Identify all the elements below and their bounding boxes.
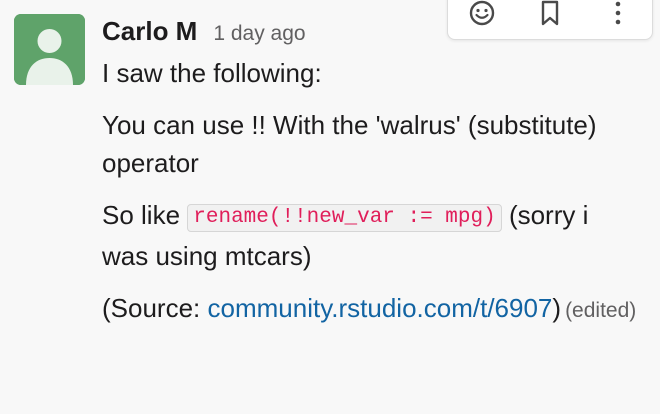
message-container: Carlo M 1 day ago I saw the following: Y… (0, 0, 660, 414)
edited-label: (edited) (565, 299, 637, 322)
author-name[interactable]: Carlo M (102, 8, 197, 54)
avatar[interactable] (14, 14, 85, 85)
emoji-reaction-icon (469, 0, 495, 26)
bookmark-icon (541, 0, 559, 26)
more-actions-button[interactable] (598, 0, 638, 33)
source-link[interactable]: community.rstudio.com/t/6907 (208, 293, 553, 323)
message-actions-toolbar (447, 0, 653, 40)
message-paragraph-2: You can use !! With the 'walrus' (substi… (102, 110, 597, 178)
message-timestamp[interactable]: 1 day ago (213, 11, 305, 57)
default-avatar-icon (14, 14, 85, 85)
paragraph-4-text-after: ) (552, 293, 562, 323)
inline-code: rename(!!new_var := mpg) (187, 204, 502, 232)
bookmark-button[interactable] (530, 0, 570, 33)
message-content: Carlo M 1 day ago I saw the following: Y… (102, 8, 640, 330)
message-paragraph-1: I saw the following: (102, 58, 322, 88)
emoji-reaction-button[interactable] (462, 0, 502, 33)
message-paragraph-3: So like rename(!!new_var := mpg) (sorry … (102, 196, 640, 275)
message-paragraph-4: (Source: community.rstudio.com/t/6907) (e… (102, 289, 640, 330)
paragraph-4-text-before: (Source: (102, 293, 208, 323)
more-actions-icon (615, 1, 621, 25)
paragraph-3-text-before: So like (102, 200, 188, 230)
